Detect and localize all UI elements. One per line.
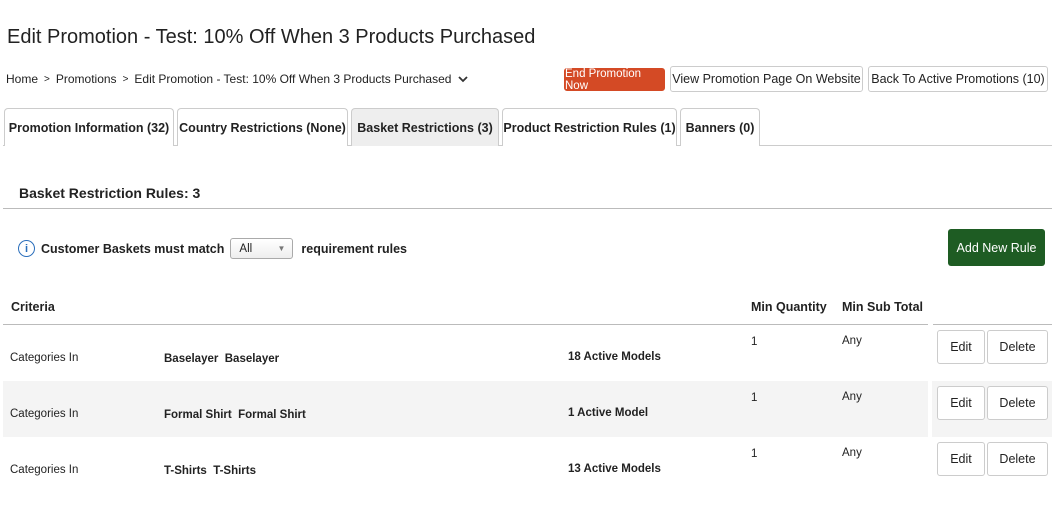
info-icon: i (18, 240, 35, 257)
page-title: Edit Promotion - Test: 10% Off When 3 Pr… (7, 26, 536, 48)
min-sub-total-cell: Any (842, 335, 862, 347)
criteria-cell: Categories In (10, 352, 79, 364)
caret-down-icon: ▼ (277, 244, 286, 253)
category-name-cell: T-Shirts T-Shirts (164, 465, 257, 477)
back-to-active-promotions-button[interactable]: Back To Active Promotions (10) (868, 66, 1048, 92)
min-quantity-cell: 1 (751, 336, 758, 348)
column-header-min-quantity: Min Quantity (751, 300, 827, 314)
delete-rule-button[interactable]: Delete (987, 386, 1048, 420)
min-quantity-cell: 1 (751, 448, 758, 460)
section-title: Basket Restriction Rules: 3 (19, 185, 201, 201)
criteria-cell: Categories In (10, 464, 79, 476)
match-rule-setting: i Customer Baskets must match All ▼ requi… (18, 238, 407, 259)
breadcrumb: Home > Promotions > Edit Promotion - Tes… (6, 72, 469, 86)
row-background (3, 325, 928, 381)
category-name-cell: Formal Shirt Formal Shirt (164, 409, 306, 421)
edit-rule-button[interactable]: Edit (937, 330, 985, 364)
end-promotion-button[interactable]: End Promotion Now (564, 68, 665, 92)
match-select-value: All (239, 242, 253, 255)
tab-banners[interactable]: Banners (0) (680, 108, 760, 146)
column-header-min-sub-total: Min Sub Total (842, 300, 924, 314)
tab-country-restrictions[interactable]: Country Restrictions (None) (177, 108, 348, 146)
section-divider (3, 208, 1052, 209)
row-background (3, 437, 928, 493)
active-models-cell[interactable]: 18 Active Models (568, 351, 661, 363)
delete-rule-button[interactable]: Delete (987, 330, 1048, 364)
breadcrumb-home[interactable]: Home (6, 72, 38, 86)
add-new-rule-button[interactable]: Add New Rule (948, 229, 1045, 266)
breadcrumb-separator: > (122, 73, 129, 85)
column-header-criteria: Criteria (11, 300, 55, 314)
breadcrumb-current: Edit Promotion - Test: 10% Off When 3 Pr… (134, 72, 452, 86)
chevron-down-icon[interactable] (457, 74, 469, 84)
table-row: Categories In T-Shirts T-Shirts 13 Activ… (0, 437, 1055, 493)
view-promotion-page-button[interactable]: View Promotion Page On Website (670, 66, 863, 92)
tab-promotion-information[interactable]: Promotion Information (32) (4, 108, 174, 146)
match-suffix: requirement rules (301, 241, 407, 256)
table-row: Categories In Formal Shirt Formal Shirt … (0, 381, 1055, 437)
edit-rule-button[interactable]: Edit (937, 442, 985, 476)
active-models-cell[interactable]: 1 Active Model (568, 407, 648, 419)
breadcrumb-separator: > (44, 73, 50, 85)
match-select[interactable]: All ▼ (230, 238, 294, 259)
match-prefix: Customer Baskets must match (41, 241, 225, 256)
row-background (3, 381, 928, 437)
active-models-cell[interactable]: 13 Active Models (568, 463, 661, 475)
edit-rule-button[interactable]: Edit (937, 386, 985, 420)
table-row: Categories In Baselayer Baselayer 18 Act… (0, 325, 1055, 381)
category-name-cell: Baselayer Baselayer (164, 353, 280, 365)
min-sub-total-cell: Any (842, 391, 862, 403)
tab-product-restriction-rules[interactable]: Product Restriction Rules (1) (502, 108, 677, 146)
delete-rule-button[interactable]: Delete (987, 442, 1048, 476)
min-quantity-cell: 1 (751, 392, 758, 404)
min-sub-total-cell: Any (842, 447, 862, 459)
tab-basket-restrictions[interactable]: Basket Restrictions (3) (351, 108, 499, 146)
breadcrumb-promotions[interactable]: Promotions (56, 72, 117, 86)
criteria-cell: Categories In (10, 408, 79, 420)
